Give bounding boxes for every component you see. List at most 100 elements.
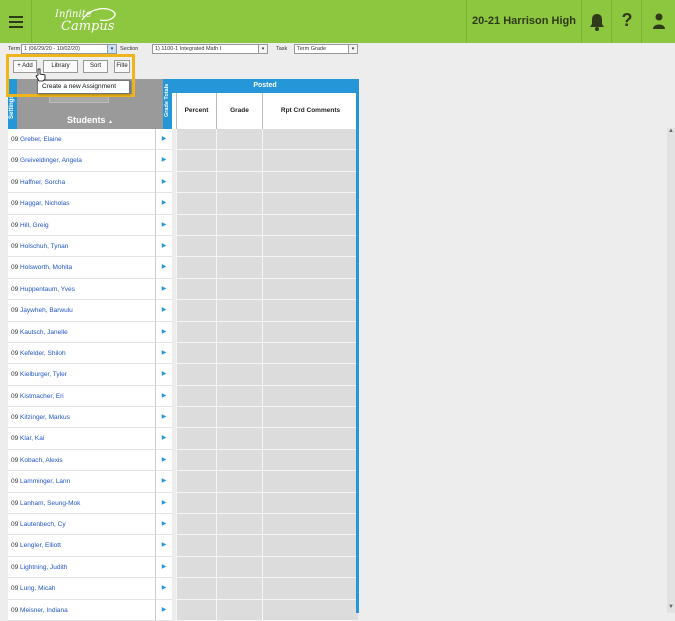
percent-cell[interactable]: [176, 300, 216, 322]
percent-cell[interactable]: [176, 449, 216, 472]
grade-cell[interactable]: [216, 193, 262, 215]
expand-row-button[interactable]: ▶: [155, 235, 172, 258]
user-account-button[interactable]: [643, 0, 675, 43]
grade-cell[interactable]: [216, 364, 262, 386]
grade-cell[interactable]: [216, 556, 262, 579]
comments-cell[interactable]: [262, 150, 358, 172]
comments-cell[interactable]: [262, 171, 358, 194]
comments-cell[interactable]: [262, 492, 358, 515]
expand-row-button[interactable]: ▶: [155, 129, 172, 151]
student-name-link[interactable]: 09 Greiveldinger, Angela: [8, 150, 155, 172]
student-name-link[interactable]: 09 Kitzinger, Markus: [8, 407, 155, 429]
page-scrollbar[interactable]: [667, 128, 675, 613]
percent-cell[interactable]: [176, 235, 216, 258]
percent-cell[interactable]: [176, 535, 216, 557]
comments-cell[interactable]: [262, 535, 358, 557]
comments-cell[interactable]: [262, 514, 358, 536]
percent-cell[interactable]: [176, 407, 216, 429]
grade-cell[interactable]: [216, 342, 262, 365]
grade-cell[interactable]: [216, 129, 262, 151]
school-year-selector[interactable]: 20-21 Harrison High: [466, 0, 582, 43]
percent-cell[interactable]: [176, 171, 216, 194]
student-name-link[interactable]: 09 Haggar, Nicholas: [8, 193, 155, 215]
grade-cell[interactable]: [216, 492, 262, 515]
expand-row-button[interactable]: ▶: [155, 449, 172, 472]
task-select[interactable]: Term Grade ▾: [294, 44, 358, 54]
student-name-link[interactable]: 09 Kautsch, Janelle: [8, 321, 155, 343]
comments-cell[interactable]: [262, 385, 358, 408]
grade-cell[interactable]: [216, 278, 262, 301]
percent-cell[interactable]: [176, 321, 216, 343]
expand-row-button[interactable]: ▶: [155, 578, 172, 600]
grade-cell[interactable]: [216, 428, 262, 450]
expand-row-button[interactable]: ▶: [155, 428, 172, 450]
comments-cell[interactable]: [262, 556, 358, 579]
grade-cell[interactable]: [216, 407, 262, 429]
comments-cell[interactable]: [262, 407, 358, 429]
student-name-link[interactable]: 09 Meisner, Indiana: [8, 599, 155, 621]
student-name-link[interactable]: 09 Lanham, Seung-Mok: [8, 492, 155, 515]
student-name-link[interactable]: 09 Lightning, Judith: [8, 556, 155, 579]
percent-cell[interactable]: [176, 428, 216, 450]
percent-cell[interactable]: [176, 278, 216, 301]
expand-row-button[interactable]: ▶: [155, 492, 172, 515]
student-name-link[interactable]: 09 Holsworth, Mohita: [8, 257, 155, 279]
expand-row-button[interactable]: ▶: [155, 214, 172, 236]
expand-row-button[interactable]: ▶: [155, 385, 172, 408]
expand-row-button[interactable]: ▶: [155, 599, 172, 621]
infinite-campus-logo[interactable]: Infinite Campus: [45, 6, 125, 38]
column-header-comments[interactable]: Rpt Crd Comments: [262, 93, 358, 129]
student-name-link[interactable]: 09 Kefelder, Shiloh: [8, 342, 155, 365]
student-name-link[interactable]: 09 Huppentaum, Yves: [8, 278, 155, 301]
percent-cell[interactable]: [176, 257, 216, 279]
comments-cell[interactable]: [262, 214, 358, 236]
expand-row-button[interactable]: ▶: [155, 278, 172, 301]
grade-cell[interactable]: [216, 535, 262, 557]
expand-row-button[interactable]: ▶: [155, 535, 172, 557]
student-name-link[interactable]: 09 Kielburger, Tyler: [8, 364, 155, 386]
student-name-link[interactable]: 09 Jaywheh, Barwulu: [8, 300, 155, 322]
expand-row-button[interactable]: ▶: [155, 321, 172, 343]
hamburger-menu-button[interactable]: [0, 0, 32, 43]
comments-cell[interactable]: [262, 321, 358, 343]
expand-row-button[interactable]: ▶: [155, 171, 172, 194]
percent-cell[interactable]: [176, 129, 216, 151]
help-button[interactable]: ?: [612, 0, 642, 43]
student-name-link[interactable]: 09 Haffner, Sorcha: [8, 171, 155, 194]
section-select[interactable]: 1) 1100-1 Integrated Math I ▾: [152, 44, 268, 54]
expand-row-button[interactable]: ▶: [155, 514, 172, 536]
student-name-link[interactable]: 09 Kobach, Alexis: [8, 449, 155, 472]
comments-cell[interactable]: [262, 300, 358, 322]
comments-cell[interactable]: [262, 257, 358, 279]
percent-cell[interactable]: [176, 599, 216, 621]
grade-cell[interactable]: [216, 150, 262, 172]
percent-cell[interactable]: [176, 514, 216, 536]
scroll-up-icon[interactable]: ▲: [668, 128, 674, 134]
expand-row-button[interactable]: ▶: [155, 407, 172, 429]
expand-row-button[interactable]: ▶: [155, 150, 172, 172]
expand-row-button[interactable]: ▶: [155, 257, 172, 279]
comments-cell[interactable]: [262, 129, 358, 151]
grade-cell[interactable]: [216, 257, 262, 279]
grade-cell[interactable]: [216, 235, 262, 258]
column-header-percent[interactable]: Percent: [176, 93, 216, 129]
grade-cell[interactable]: [216, 599, 262, 621]
grade-cell[interactable]: [216, 514, 262, 536]
comments-cell[interactable]: [262, 428, 358, 450]
grade-cell[interactable]: [216, 578, 262, 600]
percent-cell[interactable]: [176, 214, 216, 236]
column-header-grade[interactable]: Grade: [216, 93, 262, 129]
comments-cell[interactable]: [262, 364, 358, 386]
comments-cell[interactable]: [262, 193, 358, 215]
grade-cell[interactable]: [216, 385, 262, 408]
expand-row-button[interactable]: ▶: [155, 342, 172, 365]
grade-cell[interactable]: [216, 321, 262, 343]
notifications-button[interactable]: [582, 0, 612, 43]
expand-row-button[interactable]: ▶: [155, 556, 172, 579]
grade-totals-tab[interactable]: Grade Totals: [163, 79, 172, 129]
grade-cell[interactable]: [216, 214, 262, 236]
comments-cell[interactable]: [262, 342, 358, 365]
expand-row-button[interactable]: ▶: [155, 300, 172, 322]
comments-cell[interactable]: [262, 278, 358, 301]
scroll-down-icon[interactable]: ▼: [668, 604, 674, 610]
